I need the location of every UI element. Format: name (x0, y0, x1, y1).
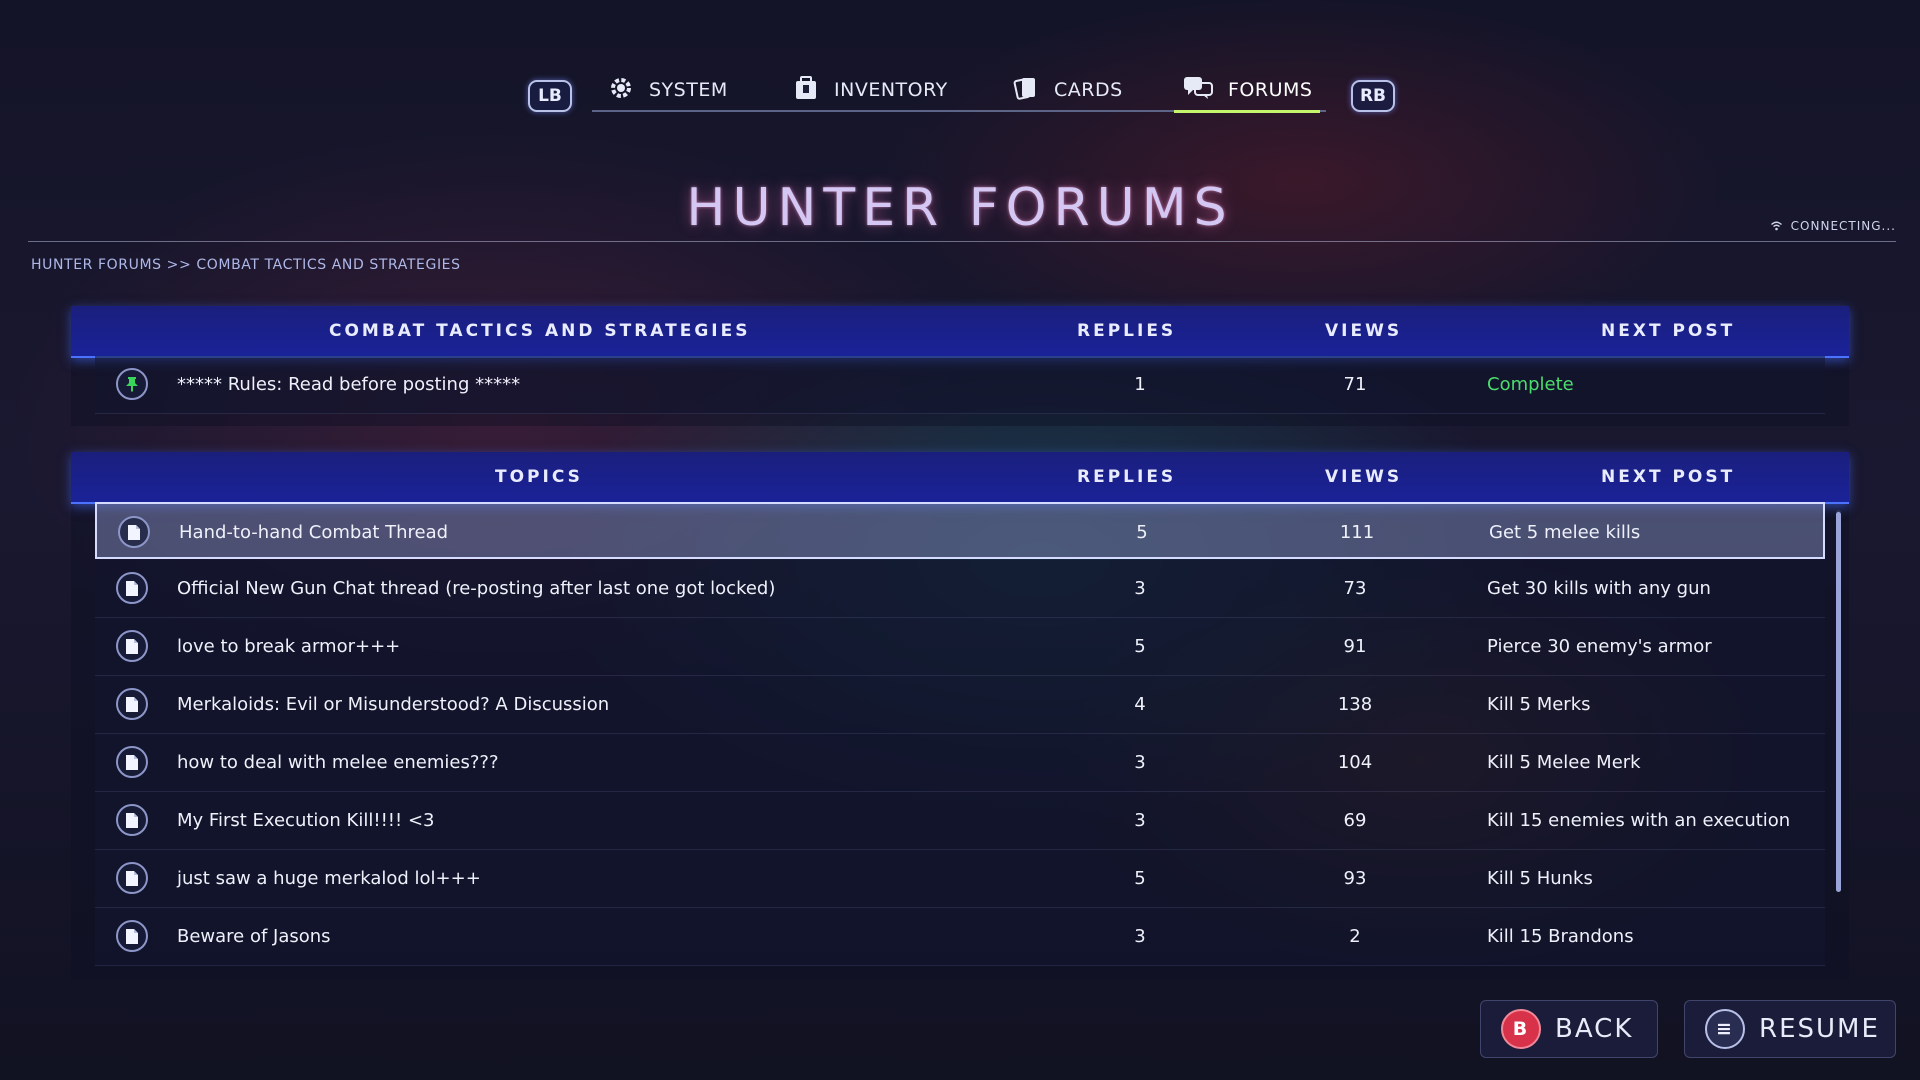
topic-title: how to deal with melee enemies??? (177, 752, 499, 773)
next-post-objective: Kill 5 Melee Merk (1487, 752, 1641, 773)
topic-views: 2 (1349, 926, 1361, 947)
topic-views: 69 (1343, 810, 1367, 831)
left-bumper-button[interactable]: LB (528, 80, 572, 112)
tab-system-label: SYSTEM (649, 79, 728, 101)
connection-status: CONNECTING... (1770, 219, 1896, 233)
title-divider (28, 241, 1896, 242)
document-icon (116, 862, 148, 894)
topic-title: Beware of Jasons (177, 926, 331, 947)
topic-views: 138 (1337, 694, 1373, 715)
header-replies: REPLIES (1077, 467, 1177, 487)
document-icon (116, 920, 148, 952)
header-topics: TOPICS (495, 467, 583, 487)
breadcrumb[interactable]: HUNTER FORUMS >> COMBAT TACTICS AND STRA… (31, 257, 461, 273)
next-post-objective: Get 30 kills with any gun (1487, 578, 1711, 599)
topic-row[interactable]: Official New Gun Chat thread (re-posting… (95, 560, 1825, 618)
topic-replies: 5 (1136, 522, 1148, 543)
topic-views: 111 (1339, 522, 1375, 543)
next-post-status: Complete (1487, 374, 1574, 395)
backpack-icon (792, 74, 820, 107)
resume-button[interactable]: ≡ RESUME (1684, 1000, 1896, 1058)
document-icon (118, 516, 150, 548)
topic-title: My First Execution Kill!!!! <3 (177, 810, 435, 831)
topic-row[interactable]: how to deal with melee enemies??? 3 104 Kil… (95, 734, 1825, 792)
tab-inventory[interactable]: INVENTORY (792, 70, 948, 110)
resume-label: RESUME (1759, 1014, 1880, 1044)
header-next-post: NEXT POST (1601, 321, 1736, 341)
topic-row[interactable]: just saw a huge merkalod lol+++ 5 93 Kill 5… (95, 850, 1825, 908)
next-post-objective: Pierce 30 enemy's armor (1487, 636, 1712, 657)
topic-views: 104 (1337, 752, 1373, 773)
topic-replies: 4 (1134, 694, 1146, 715)
header-views: VIEWS (1325, 321, 1403, 341)
next-post-objective: Get 5 melee kills (1489, 522, 1641, 543)
back-label: BACK (1555, 1014, 1634, 1044)
topic-replies: 3 (1134, 752, 1146, 773)
document-icon (116, 630, 148, 662)
next-post-objective: Kill 15 Brandons (1487, 926, 1634, 947)
pin-icon (116, 368, 148, 400)
menu-button-icon: ≡ (1705, 1009, 1745, 1049)
header-next-post: NEXT POST (1601, 467, 1736, 487)
topic-title: Official New Gun Chat thread (re-posting… (177, 578, 776, 599)
topic-views: 93 (1343, 868, 1367, 889)
pinned-topic-row[interactable]: ***** Rules: Read before posting ***** 1… (95, 356, 1825, 414)
tab-cards-label: CARDS (1054, 79, 1123, 101)
topics-table-header: TOPICS REPLIES VIEWS NEXT POST (71, 452, 1849, 504)
page-title: HUNTER FORUMS (686, 178, 1234, 238)
next-post-objective: Kill 5 Merks (1487, 694, 1591, 715)
document-icon (116, 746, 148, 778)
wifi-icon (1770, 219, 1791, 233)
header-forum-name: COMBAT TACTICS AND STRATEGIES (329, 321, 751, 341)
next-post-objective: Kill 5 Hunks (1487, 868, 1593, 889)
document-icon (116, 572, 148, 604)
tab-inventory-label: INVENTORY (834, 79, 948, 101)
topic-replies: 3 (1134, 578, 1146, 599)
tab-forums-label: FORUMS (1228, 79, 1313, 101)
next-post-objective: Kill 15 enemies with an execution (1487, 810, 1791, 831)
topic-row[interactable]: Beware of Jasons 3 2 Kill 15 Brandons (95, 908, 1825, 966)
tab-bar: SYSTEM INVENTORY CARDS FORUMS (592, 70, 1326, 113)
topic-replies: 3 (1134, 810, 1146, 831)
right-bumper-button[interactable]: RB (1351, 80, 1395, 112)
topic-row[interactable]: My First Execution Kill!!!! <3 3 69 Kill 15… (95, 792, 1825, 850)
connection-status-text: CONNECTING... (1790, 219, 1896, 233)
topic-views: 91 (1343, 636, 1367, 657)
header-views: VIEWS (1325, 467, 1403, 487)
header-replies: REPLIES (1077, 321, 1177, 341)
topic-views: 71 (1343, 374, 1367, 395)
chat-bubbles-icon (1182, 74, 1214, 107)
document-icon (116, 688, 148, 720)
document-icon (116, 804, 148, 836)
topic-replies: 3 (1134, 926, 1146, 947)
topic-replies: 1 (1134, 374, 1146, 395)
scrollbar-thumb[interactable] (1836, 512, 1841, 892)
pinned-table-header: COMBAT TACTICS AND STRATEGIES REPLIES VI… (71, 306, 1849, 358)
topic-row[interactable]: Merkaloids: Evil or Misunderstood? A Dis… (95, 676, 1825, 734)
topic-title: ***** Rules: Read before posting ***** (177, 374, 521, 395)
tab-forums[interactable]: FORUMS (1173, 70, 1321, 113)
topic-views: 73 (1343, 578, 1367, 599)
topic-title: Merkaloids: Evil or Misunderstood? A Dis… (177, 694, 610, 715)
b-button-icon: B (1501, 1009, 1541, 1049)
topic-title: Hand-to-hand Combat Thread (179, 522, 449, 543)
topic-title: just saw a huge merkalod lol+++ (177, 868, 481, 889)
topic-row[interactable]: Hand-to-hand Combat Thread 5 111 Get 5 mele… (95, 502, 1825, 559)
back-button[interactable]: B BACK (1480, 1000, 1658, 1058)
topic-replies: 5 (1134, 636, 1146, 657)
topic-replies: 5 (1134, 868, 1146, 889)
topic-title: love to break armor+++ (177, 636, 401, 657)
tab-system[interactable]: SYSTEM (607, 70, 728, 110)
tab-cards[interactable]: CARDS (1012, 70, 1123, 110)
gear-icon (607, 74, 635, 107)
cards-icon (1012, 74, 1040, 107)
topic-row[interactable]: love to break armor+++ 5 91 Pierce 30 enemy… (95, 618, 1825, 676)
